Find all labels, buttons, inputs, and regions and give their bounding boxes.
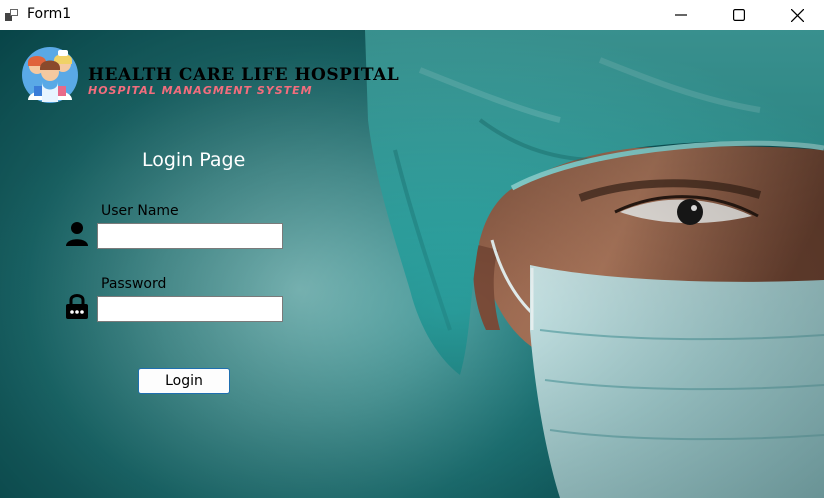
window-title: Form1	[27, 6, 72, 22]
app-window: Form1 HEALTH CARE LIFE HOSPITAL HOSPITAL…	[0, 0, 824, 498]
close-icon	[790, 8, 804, 22]
login-form-client: HEALTH CARE LIFE HOSPITAL HOSPITAL MANAG…	[0, 30, 824, 498]
username-input[interactable]	[97, 223, 283, 249]
minimize-icon	[675, 14, 687, 16]
login-page-title: Login Page	[142, 149, 246, 171]
maximize-button[interactable]	[710, 0, 768, 30]
minimize-button[interactable]	[652, 0, 710, 30]
lock-icon	[66, 294, 88, 319]
password-input[interactable]	[97, 296, 283, 322]
title-bar[interactable]: Form1	[0, 0, 824, 30]
user-icon	[66, 222, 88, 246]
login-button[interactable]: Login	[138, 368, 230, 394]
username-label: User Name	[101, 203, 179, 219]
password-label: Password	[101, 276, 167, 292]
maximize-icon	[733, 9, 745, 21]
close-button[interactable]	[768, 0, 824, 30]
hospital-name: HEALTH CARE LIFE HOSPITAL	[88, 65, 400, 85]
winforms-app-icon	[5, 9, 18, 21]
doctors-logo	[22, 47, 78, 103]
hospital-subtitle: HOSPITAL MANAGMENT SYSTEM	[88, 84, 313, 97]
surgeon-background-image	[0, 30, 824, 498]
